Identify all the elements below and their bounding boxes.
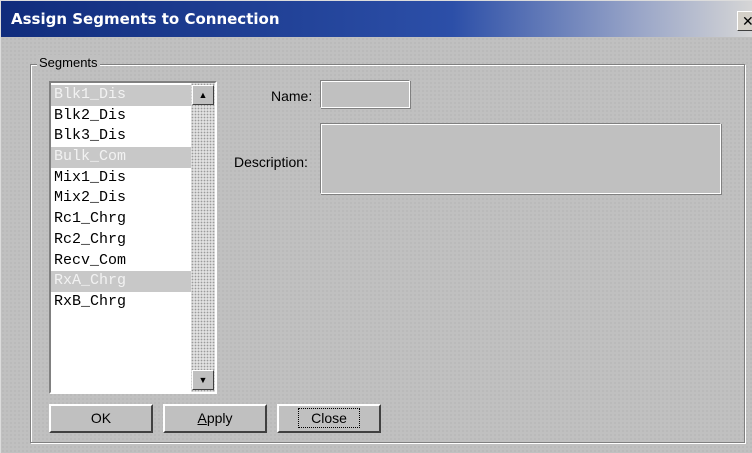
apply-button-label: pply xyxy=(206,410,233,426)
list-item[interactable]: Blk2_Dis xyxy=(51,106,191,127)
list-item[interactable]: Mix1_Dis xyxy=(51,168,191,189)
list-item[interactable]: RxA_Chrg xyxy=(51,271,191,292)
description-label: Description: xyxy=(234,154,308,170)
description-field[interactable] xyxy=(320,123,721,194)
scroll-up-button[interactable]: ▲ xyxy=(192,85,214,105)
ok-button-label: OK xyxy=(90,410,112,426)
listbox-scrollbar[interactable]: ▲ ▼ xyxy=(191,83,215,392)
list-item[interactable]: Rc1_Chrg xyxy=(51,209,191,230)
name-field[interactable] xyxy=(320,80,410,108)
list-item[interactable]: Mix2_Dis xyxy=(51,188,191,209)
ok-button[interactable]: OK xyxy=(49,404,153,433)
list-item[interactable]: Recv_Com xyxy=(51,251,191,272)
up-arrow-icon: ▲ xyxy=(198,90,208,100)
list-item[interactable]: Bulk_Com xyxy=(51,147,191,168)
list-item[interactable]: RxB_Chrg xyxy=(51,292,191,313)
list-item[interactable]: Blk3_Dis xyxy=(51,126,191,147)
apply-button-mnemonic: A xyxy=(197,410,207,426)
segments-listbox[interactable]: Blk1_Dis Blk2_Dis Blk3_Dis Bulk_Com Mix1_Dis… xyxy=(49,81,217,394)
close-window-button[interactable]: ✕ xyxy=(737,11,752,31)
list-item[interactable]: Rc2_Chrg xyxy=(51,230,191,251)
apply-button[interactable]: Apply xyxy=(163,404,267,433)
window-title: Assign Segments to Connection xyxy=(11,10,280,28)
close-button-label: Close xyxy=(298,408,360,428)
segments-group-label: Segments xyxy=(37,55,100,70)
segments-list: Blk1_Dis Blk2_Dis Blk3_Dis Bulk_Com Mix1_Dis… xyxy=(51,85,191,313)
assign-segments-dialog: Assign Segments to Connection ✕ Segments… xyxy=(0,0,752,453)
name-label: Name: xyxy=(271,88,313,104)
down-arrow-icon: ▼ xyxy=(198,375,208,385)
scroll-down-button[interactable]: ▼ xyxy=(192,370,214,390)
list-item[interactable]: Blk1_Dis xyxy=(51,85,191,106)
close-button[interactable]: Close xyxy=(277,404,381,433)
title-bar[interactable]: Assign Segments to Connection ✕ xyxy=(1,1,752,37)
close-icon: ✕ xyxy=(742,13,752,29)
